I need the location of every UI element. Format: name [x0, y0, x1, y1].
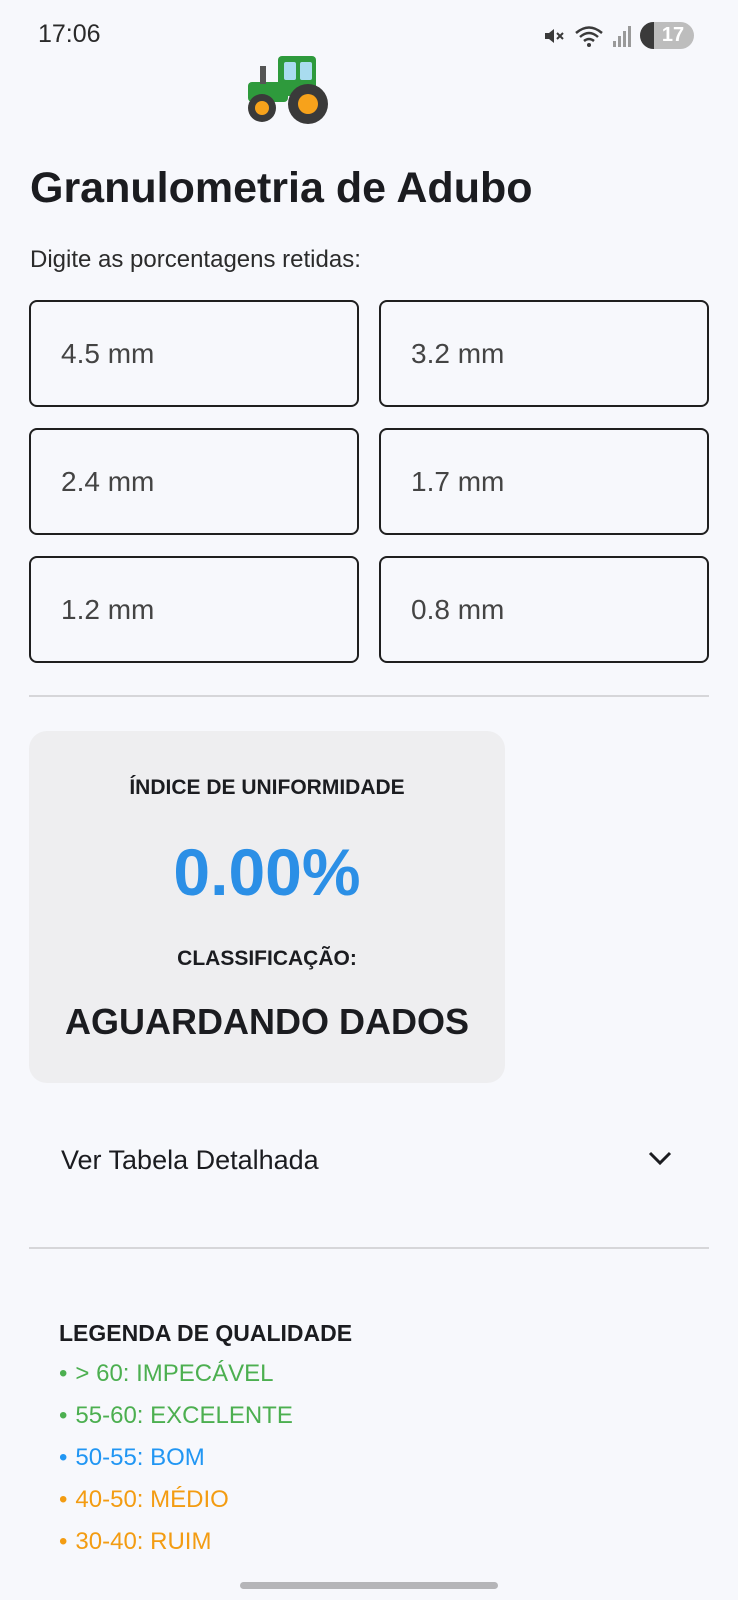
divider — [29, 1247, 709, 1249]
classification-label: CLASSIFICAÇÃO: — [177, 947, 357, 970]
legend-item: • 40-50: MÉDIO — [59, 1485, 352, 1527]
legend-item-text: 50-55: BOM — [75, 1444, 205, 1471]
subtitle: Digite as porcentagens retidas: — [30, 246, 361, 273]
tractor-icon — [238, 52, 334, 128]
bullet-icon: • — [59, 1402, 68, 1429]
input-1-7mm[interactable]: 1.7 mm — [379, 428, 709, 535]
expander-label: Ver Tabela Detalhada — [61, 1144, 319, 1175]
legend-item: • 55-60: EXCELENTE — [59, 1401, 352, 1443]
status-bar: 17:06 17 — [0, 0, 738, 70]
legend-item: • > 60: IMPECÁVEL — [59, 1359, 352, 1401]
bullet-icon: • — [59, 1444, 68, 1471]
legend-item-text: > 60: IMPECÁVEL — [75, 1360, 274, 1387]
page-title: Granulometria de Adubo — [30, 164, 533, 212]
input-3-2mm[interactable]: 3.2 mm — [379, 300, 709, 407]
uniformity-index-value: 0.00% — [173, 835, 361, 909]
input-4-5mm[interactable]: 4.5 mm — [29, 300, 359, 407]
input-0-8mm[interactable]: 0.8 mm — [379, 556, 709, 663]
bullet-icon: • — [59, 1528, 68, 1555]
chevron-down-icon — [647, 1149, 673, 1172]
legend-title: LEGENDA DE QUALIDADE — [59, 1320, 353, 1346]
legend-item: • 50-55: BOM — [59, 1443, 352, 1485]
battery-level: 17 — [661, 24, 685, 46]
signal-icon — [612, 25, 632, 47]
mute-icon — [542, 24, 566, 48]
wifi-icon — [574, 24, 604, 48]
home-indicator[interactable] — [240, 1582, 498, 1589]
bullet-icon: • — [59, 1486, 68, 1513]
bullet-icon: • — [59, 1360, 68, 1387]
input-2-4mm[interactable]: 2.4 mm — [29, 428, 359, 535]
quality-legend: LEGENDA DE QUALIDADE • > 60: IMPECÁVEL • 55… — [59, 1320, 352, 1569]
input-1-2mm[interactable]: 1.2 mm — [29, 556, 359, 663]
legend-item: • 30-40: RUIM — [59, 1527, 352, 1569]
input-grid: 4.5 mm 3.2 mm 2.4 mm 1.7 mm 1.2 mm 0.8 m… — [29, 300, 709, 663]
uniformity-index-label: ÍNDICE DE UNIFORMIDADE — [129, 776, 405, 799]
status-time: 17:06 — [38, 20, 101, 48]
legend-item-text: 30-40: RUIM — [75, 1528, 212, 1555]
battery-indicator: 17 — [640, 22, 694, 49]
classification-value: AGUARDANDO DADOS — [65, 1001, 469, 1042]
divider — [29, 695, 709, 697]
detailed-table-expander[interactable]: Ver Tabela Detalhada — [29, 1115, 709, 1205]
legend-items: • > 60: IMPECÁVEL • 55-60: EXCELENTE • 50-55:… — [59, 1359, 352, 1569]
result-card: ÍNDICE DE UNIFORMIDADE 0.00% CLASSIFICAÇ… — [29, 731, 505, 1083]
status-icons: 17 — [542, 22, 694, 49]
legend-item-text: 40-50: MÉDIO — [75, 1486, 229, 1513]
legend-item-text: 55-60: EXCELENTE — [75, 1402, 293, 1429]
